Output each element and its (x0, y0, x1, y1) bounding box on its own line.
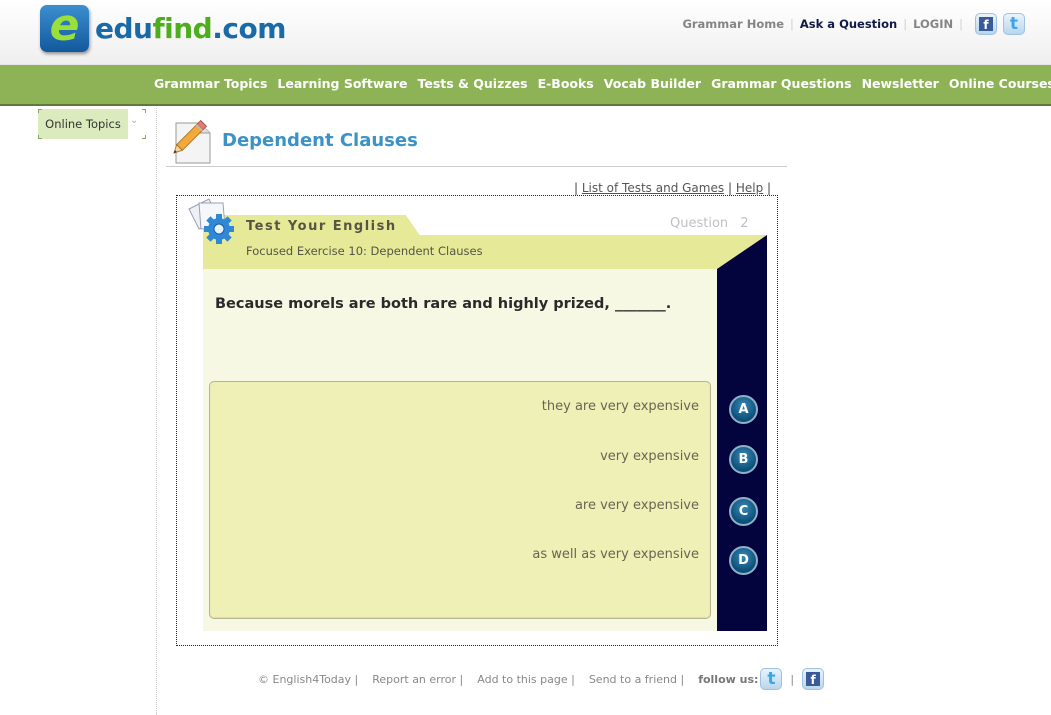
footer-twitter-button[interactable]: t (760, 668, 783, 690)
corner-decoration (142, 109, 146, 113)
ask-question-link[interactable]: Ask a Question (800, 17, 897, 31)
separator: | (790, 17, 794, 31)
answer-b-text[interactable]: very expensive (209, 449, 699, 464)
follow-us-label: follow us: (698, 672, 759, 686)
facebook-icon: f (979, 17, 993, 31)
test-links: | List of Tests and Games | Help | (574, 181, 771, 195)
page-title: Dependent Clauses (222, 130, 418, 151)
separator: | (727, 181, 732, 195)
nav-newsletter[interactable]: Newsletter (862, 76, 939, 91)
copyright-text: © English4Today | (258, 672, 359, 686)
online-topics-dropdown[interactable]: Online Topics ⌄ (38, 109, 146, 139)
test-title: Test Your English (246, 219, 397, 234)
gear-papers-icon (188, 198, 234, 244)
answer-a-text[interactable]: they are very expensive (209, 399, 699, 414)
separator: | (767, 181, 772, 195)
add-to-page-link[interactable]: Add to this page | (477, 673, 575, 686)
sidebar-divider (156, 108, 157, 715)
nav-e-books[interactable]: E-Books (538, 76, 594, 91)
footer-facebook-button[interactable]: f (802, 668, 825, 690)
report-error-link[interactable]: Report an error | (372, 673, 463, 686)
site-header: e edufind.com Grammar Home | Ask a Quest… (0, 0, 1051, 64)
site-logo[interactable]: e edufind.com (40, 3, 286, 52)
corner-decoration (38, 135, 42, 139)
separator: | (574, 181, 579, 195)
facebook-icon: f (806, 672, 821, 686)
nav-grammar-topics[interactable]: Grammar Topics (154, 76, 267, 91)
logo-e-icon: e (40, 3, 89, 52)
separator: | (903, 17, 908, 31)
twitter-button[interactable]: t (1003, 13, 1025, 35)
option-b-button[interactable]: B (729, 445, 758, 474)
separator: | (790, 672, 795, 686)
facebook-button[interactable]: f (975, 13, 997, 35)
separator: | (959, 17, 963, 31)
corner-decoration (142, 135, 146, 139)
title-divider (166, 166, 787, 167)
grammar-home-link[interactable]: Grammar Home (682, 17, 784, 31)
online-topics-label: Online Topics (38, 109, 128, 139)
nav-items: Grammar Topics Learning Software Tests &… (154, 76, 1051, 91)
question-text: Because morels are both rare and highly … (215, 296, 672, 312)
nav-grammar-questions[interactable]: Grammar Questions (711, 76, 852, 91)
footer: © English4Today | Report an error | Add … (258, 668, 825, 690)
top-links: Grammar Home | Ask a Question | LOGIN | … (682, 13, 1025, 35)
chevron-down-icon: ⌄ (130, 115, 139, 126)
send-to-friend-link[interactable]: Send to a friend | (589, 673, 684, 686)
nav-tests-quizzes[interactable]: Tests & Quizzes (417, 76, 527, 91)
exercise-subtitle: Focused Exercise 10: Dependent Clauses (246, 244, 483, 258)
pencil-document-icon (173, 120, 211, 164)
list-of-tests-link[interactable]: List of Tests and Games (582, 181, 724, 195)
help-link[interactable]: Help (736, 181, 763, 195)
option-a-button[interactable]: A (729, 395, 758, 424)
nav-online-courses[interactable]: Online Courses (949, 76, 1051, 91)
answer-c-text[interactable]: are very expensive (209, 498, 699, 513)
login-link[interactable]: LOGIN (913, 17, 953, 31)
question-counter: Question 2 (670, 216, 749, 231)
logo-text: edufind.com (95, 12, 286, 45)
answer-d-text[interactable]: as well as very expensive (209, 547, 699, 562)
option-c-button[interactable]: C (729, 497, 758, 526)
twitter-icon: t (767, 668, 776, 689)
nav-vocab-builder[interactable]: Vocab Builder (604, 76, 701, 91)
corner-decoration (38, 109, 42, 113)
nav-learning-software[interactable]: Learning Software (277, 76, 407, 91)
option-d-button[interactable]: D (729, 546, 758, 575)
main-nav: Grammar Topics Learning Software Tests &… (0, 64, 1051, 106)
twitter-icon: t (1009, 13, 1019, 34)
